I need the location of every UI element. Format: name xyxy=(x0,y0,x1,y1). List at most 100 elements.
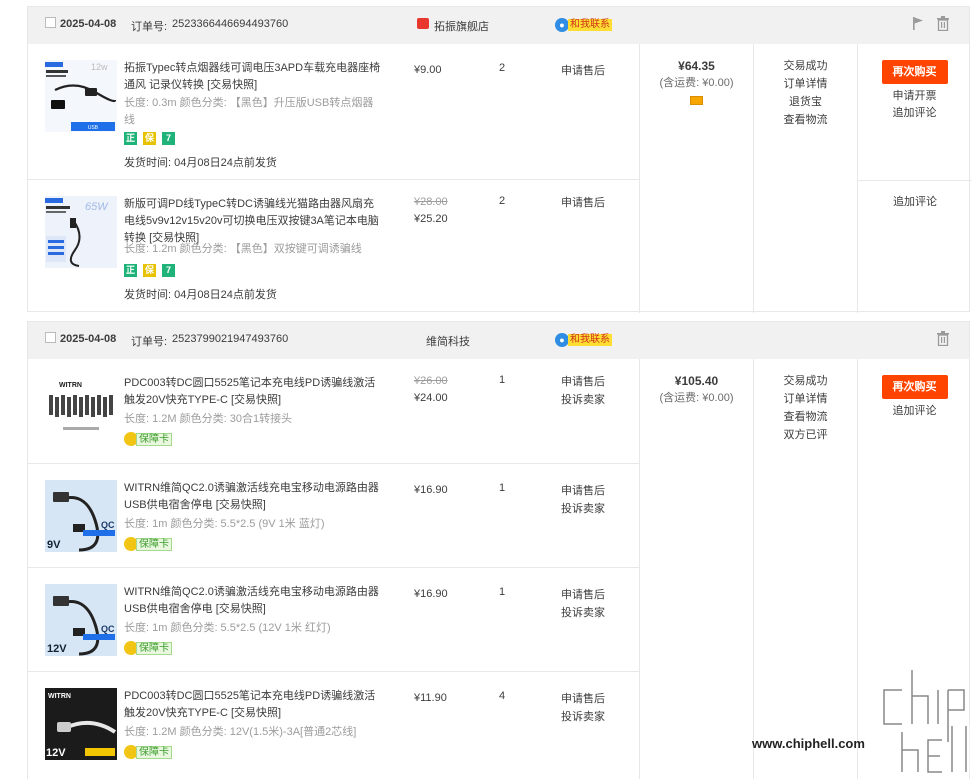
after-sale-links: 申请售后 xyxy=(561,62,605,80)
genuine-badge-icon: 正 xyxy=(124,132,137,145)
apply-after-sale-link[interactable]: 申请售后 xyxy=(561,482,605,500)
wangwang-icon: ● xyxy=(555,18,569,32)
service-badges: 正保7 xyxy=(124,264,181,279)
trade-status: 交易成功 xyxy=(783,375,828,387)
guarantee-card-label: 保障卡 xyxy=(136,746,172,759)
divider xyxy=(858,180,972,181)
snapshot-link[interactable]: [交易快照] xyxy=(207,79,257,91)
product-thumbnail[interactable]: 65W xyxy=(45,196,117,268)
order-item-row: QC 12V WITRN维简QC2.0诱骗激活线充电宝移动电源路由器USB供电宿… xyxy=(28,568,639,672)
product-title[interactable]: 拓振Typec转点烟器线可调电压3APD车载充电器座椅通风 记录仪转换 [交易快… xyxy=(124,60,382,94)
product-title[interactable]: PDC003转DC圆口5525笔记本充电线PD诱骗线激活触发20V快充TYPE-… xyxy=(124,688,382,722)
product-title[interactable]: WITRN维简QC2.0诱骗激活线充电宝移动电源路由器USB供电宿舍停电 [交易… xyxy=(124,584,382,618)
product-thumbnail[interactable]: WITRN 12V xyxy=(45,688,117,760)
status-column: 交易成功 订单详情 退货宝 查看物流 xyxy=(753,44,857,313)
order-detail-link[interactable]: 订单详情 xyxy=(754,390,857,408)
apply-after-sale-link[interactable]: 申请售后 xyxy=(561,690,605,708)
apply-after-sale-link[interactable]: 申请售后 xyxy=(561,586,605,604)
complain-seller-link[interactable]: 投诉卖家 xyxy=(561,708,605,726)
order-item-row: USB 12w 拓振Typec转点烟器线可调电压3APD车载充电器座椅通风 记录… xyxy=(28,44,639,180)
order-header: 2025-04-08 订单号: 2523799021947493760 维简科技… xyxy=(28,322,969,359)
seven-day-return-badge-icon: 7 xyxy=(162,132,175,145)
snapshot-link[interactable]: [交易快照] xyxy=(216,603,266,615)
product-thumbnail[interactable]: QC 12V xyxy=(45,584,117,656)
order-number: 2523366446694493760 xyxy=(172,18,289,30)
quantity: 2 xyxy=(499,62,506,74)
unit-price-value: ¥11.90 xyxy=(414,692,447,704)
unit-price: ¥28.00 ¥25.20 xyxy=(414,194,448,228)
order-item-row: WITRN PDC003转DC圆口5525笔记本充电线PD诱骗线激活触发20V快… xyxy=(28,359,639,464)
order-number: 2523799021947493760 xyxy=(172,333,289,345)
unit-price-value: ¥9.00 xyxy=(414,64,442,76)
after-sale-links: 申请售后 投诉卖家 xyxy=(561,373,605,409)
snapshot-link[interactable]: [交易快照] xyxy=(216,499,266,511)
order-date: 2025-04-08 xyxy=(60,18,117,30)
flag-icon[interactable] xyxy=(911,16,925,31)
apply-after-sale-link[interactable]: 申请售后 xyxy=(561,194,605,212)
product-title[interactable]: WITRN维简QC2.0诱骗激活线充电宝移动电源路由器USB供电宿舍停电 [交易… xyxy=(124,480,382,514)
quantity: 1 xyxy=(499,586,506,598)
chiphell-watermark-logo xyxy=(880,670,970,776)
view-logistics-link[interactable]: 查看物流 xyxy=(754,111,857,129)
order-date: 2025-04-08 xyxy=(60,333,117,345)
order-select-checkbox[interactable] xyxy=(45,332,56,343)
order-detail-link[interactable]: 订单详情 xyxy=(754,75,857,93)
complain-seller-link[interactable]: 投诉卖家 xyxy=(561,500,605,518)
thumb-voltage-label: 12V xyxy=(47,643,67,655)
after-sale-links: 申请售后 投诉卖家 xyxy=(561,690,605,726)
order-number-label: 订单号: xyxy=(131,336,168,348)
product-title[interactable]: 新版可调PD线TypeC转DC诱骗线光猫路由器风扇充电线5v9v12v15v20… xyxy=(124,196,382,247)
shop-name[interactable]: 拓振旗舰店 xyxy=(434,18,489,34)
complain-seller-link[interactable]: 投诉卖家 xyxy=(561,604,605,622)
unit-price: ¥26.00 ¥24.00 xyxy=(414,373,448,407)
snapshot-link[interactable]: [交易快照] xyxy=(231,394,281,406)
apply-invoice-link[interactable]: 申请开票 xyxy=(858,88,971,105)
return-insurance-link[interactable]: 退货宝 xyxy=(754,93,857,111)
product-spec: 长度: 0.3m 颜色分类: 【黑色】升压版USB转点烟器线 xyxy=(124,97,374,126)
order-number-label: 订单号: xyxy=(131,21,168,33)
quantity: 1 xyxy=(499,374,506,386)
apply-after-sale-link[interactable]: 申请售后 xyxy=(561,62,605,80)
unit-price-value: ¥24.00 xyxy=(414,392,448,404)
add-review-link[interactable]: 追加评论 xyxy=(858,194,972,211)
trash-icon[interactable] xyxy=(936,331,950,346)
product-thumbnail[interactable]: USB 12w xyxy=(45,60,117,132)
svg-text:WITRN: WITRN xyxy=(59,382,82,389)
shipping-fee: (含运费: ¥0.00) xyxy=(659,77,734,89)
buy-again-button[interactable]: 再次购买 xyxy=(881,60,948,84)
unit-price-value: ¥16.90 xyxy=(414,588,448,600)
add-review-link[interactable]: 追加评论 xyxy=(858,403,971,420)
product-title[interactable]: PDC003转DC圆口5525笔记本充电线PD诱骗线激活触发20V快充TYPE-… xyxy=(124,375,382,409)
ship-time: 发货时间: 04月08日24点前发货 xyxy=(124,157,277,169)
thumb-voltage-label: 9V xyxy=(47,539,61,551)
order-select-checkbox[interactable] xyxy=(45,17,56,28)
original-price: ¥26.00 xyxy=(414,375,448,387)
snapshot-link[interactable]: [交易快照] xyxy=(231,707,281,719)
thumb-brand-label: WITRN xyxy=(48,693,71,700)
tmall-shop-icon xyxy=(417,18,429,29)
apply-after-sale-link[interactable]: 申请售后 xyxy=(561,373,605,391)
view-logistics-link[interactable]: 查看物流 xyxy=(754,408,857,426)
order-header: 2025-04-08 订单号: 2523366446694493760 拓振旗舰… xyxy=(28,7,969,44)
order-total: ¥105.40 xyxy=(674,374,719,388)
product-thumbnail[interactable]: QC 9V xyxy=(45,480,117,552)
shop-name[interactable]: 维简科技 xyxy=(426,333,470,349)
payment-column: ¥64.35 (含运费: ¥0.00) xyxy=(639,44,753,313)
trade-status: 交易成功 xyxy=(783,60,828,72)
guarantee-card-label: 保障卡 xyxy=(136,642,172,655)
guarantee-badge-icon: 保 xyxy=(143,132,156,145)
shipping-fee: (含运费: ¥0.00) xyxy=(659,392,734,404)
buy-again-button[interactable]: 再次购买 xyxy=(881,375,948,399)
thumb-voltage-label: 12V xyxy=(46,747,66,759)
after-sale-links: 申请售后 投诉卖家 xyxy=(561,482,605,518)
after-sale-links: 申请售后 投诉卖家 xyxy=(561,586,605,622)
product-thumbnail[interactable]: WITRN xyxy=(45,375,117,447)
product-spec: 长度: 1m 颜色分类: 5.5*2.5 (9V 1米 蓝灯) xyxy=(124,518,325,530)
add-review-link[interactable]: 追加评论 xyxy=(858,105,971,122)
guarantee-card-label: 保障卡 xyxy=(136,538,172,551)
thumb-qc-label: QC xyxy=(101,624,115,634)
credit-card-icon xyxy=(690,96,703,105)
trash-icon[interactable] xyxy=(936,16,950,31)
complain-seller-link[interactable]: 投诉卖家 xyxy=(561,391,605,409)
genuine-badge-icon: 正 xyxy=(124,264,137,277)
